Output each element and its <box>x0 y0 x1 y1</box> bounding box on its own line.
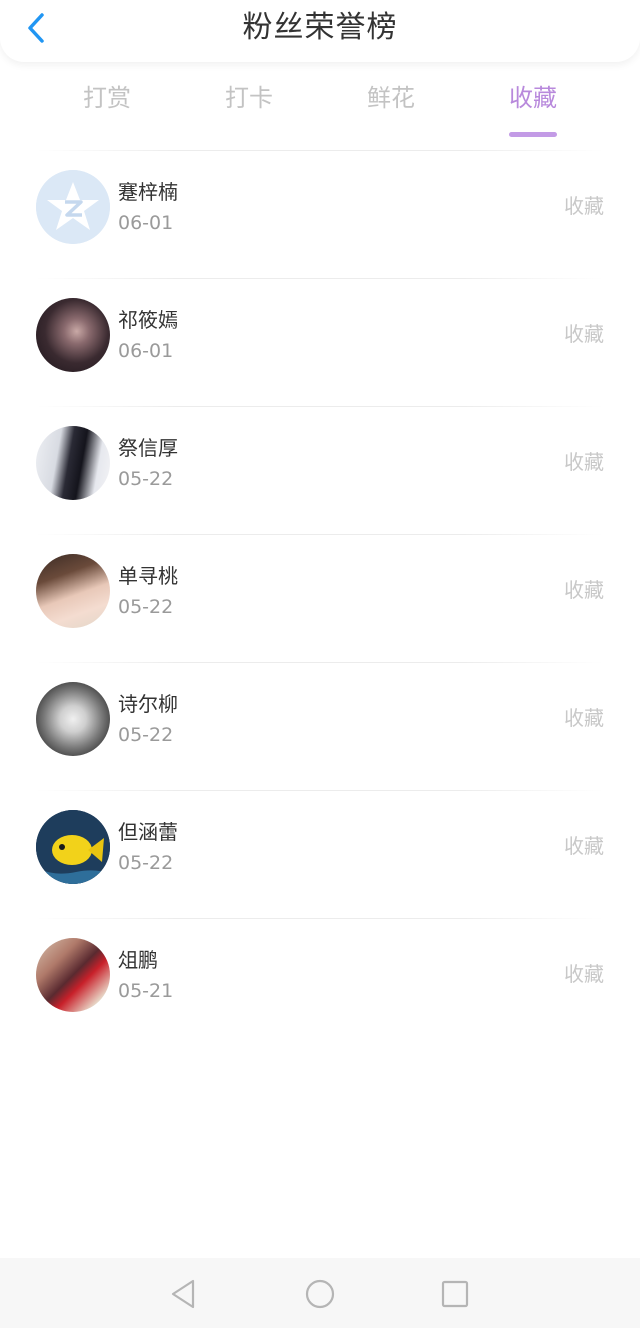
avatar[interactable] <box>36 810 110 884</box>
row-divider <box>36 662 604 663</box>
action-label: 收藏 <box>564 194 604 218</box>
row-divider <box>36 918 604 919</box>
row-divider <box>36 406 604 407</box>
row-divider <box>36 278 604 279</box>
system-navigation-bar <box>0 1258 640 1328</box>
avatar[interactable] <box>36 938 110 1012</box>
fan-name: 诗尔柳 <box>118 692 178 716</box>
tab-favorites[interactable]: 收藏 <box>473 80 593 137</box>
fan-list: 蹇梓楠 06-01 收藏 祁筱嫣 06-01 收藏 祭信厚 05-22 收藏 单… <box>0 150 640 1046</box>
list-item[interactable]: 单寻桃 05-22 收藏 <box>0 534 640 662</box>
fan-date: 05-22 <box>118 596 174 618</box>
action-label: 收藏 <box>564 450 604 474</box>
avatar[interactable] <box>36 426 110 500</box>
action-label: 收藏 <box>564 578 604 602</box>
action-label: 收藏 <box>564 322 604 346</box>
list-item[interactable]: 俎鹏 05-21 收藏 <box>0 918 640 1046</box>
tab-tip[interactable]: 打赏 <box>47 80 167 116</box>
fan-name: 祭信厚 <box>118 436 178 460</box>
list-item[interactable]: 祁筱嫣 06-01 收藏 <box>0 278 640 406</box>
header-bar: 粉丝荣誉榜 <box>0 0 640 62</box>
fan-date: 06-01 <box>118 340 174 362</box>
action-label: 收藏 <box>564 706 604 730</box>
nav-back-button[interactable] <box>166 1276 202 1312</box>
list-item[interactable]: 但涵蕾 05-22 收藏 <box>0 790 640 918</box>
row-divider <box>36 790 604 791</box>
active-tab-indicator <box>509 132 557 137</box>
avatar[interactable] <box>36 554 110 628</box>
fan-date: 05-22 <box>118 468 174 490</box>
list-item[interactable]: 蹇梓楠 06-01 收藏 <box>0 150 640 278</box>
fan-name: 蹇梓楠 <box>118 180 178 204</box>
tab-flowers[interactable]: 鲜花 <box>331 80 451 116</box>
fan-date: 06-01 <box>118 212 174 234</box>
triangle-back-icon <box>171 1279 195 1309</box>
avatar[interactable] <box>36 170 110 244</box>
fan-name: 俎鹏 <box>118 948 158 972</box>
tab-favorites-label: 收藏 <box>509 84 557 112</box>
circle-home-icon <box>305 1279 335 1309</box>
tab-bar: 打赏 打卡 鲜花 收藏 <box>0 72 640 137</box>
avatar[interactable] <box>36 682 110 756</box>
tab-checkin[interactable]: 打卡 <box>189 80 309 116</box>
action-label: 收藏 <box>564 834 604 858</box>
fan-name: 单寻桃 <box>118 564 178 588</box>
avatar[interactable] <box>36 298 110 372</box>
fan-date: 05-22 <box>118 724 174 746</box>
list-item[interactable]: 祭信厚 05-22 收藏 <box>0 406 640 534</box>
fan-name: 祁筱嫣 <box>118 308 178 332</box>
fan-date: 05-21 <box>118 980 174 1002</box>
fan-date: 05-22 <box>118 852 174 874</box>
list-item[interactable]: 诗尔柳 05-22 收藏 <box>0 662 640 790</box>
default-avatar-icon <box>36 170 110 244</box>
fish-image-icon <box>36 810 110 884</box>
nav-home-button[interactable] <box>302 1276 338 1312</box>
square-recents-icon <box>441 1280 469 1308</box>
page: 粉丝荣誉榜 打赏 打卡 鲜花 收藏 蹇梓楠 06-01 收藏 祁筱嫣 06-01… <box>0 0 640 1328</box>
row-divider <box>36 534 604 535</box>
page-title: 粉丝荣誉榜 <box>242 10 398 45</box>
action-label: 收藏 <box>564 962 604 986</box>
fan-name: 但涵蕾 <box>118 820 178 844</box>
row-divider <box>36 150 604 151</box>
nav-recents-button[interactable] <box>437 1276 473 1312</box>
